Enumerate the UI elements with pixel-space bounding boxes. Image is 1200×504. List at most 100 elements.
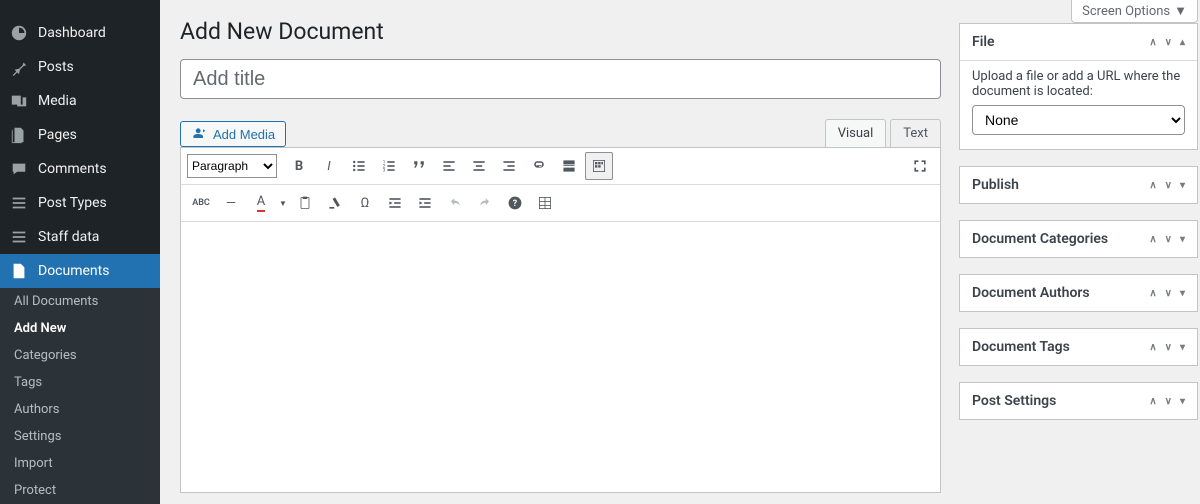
submenu-settings[interactable]: Settings	[0, 423, 160, 450]
file-metabox-header[interactable]: File ∧ ∨ ▴	[960, 24, 1197, 60]
nav-posts[interactable]: Posts	[0, 50, 160, 84]
read-more-button[interactable]	[555, 152, 583, 180]
nav-label: Post Types	[38, 195, 107, 211]
add-media-label: Add Media	[213, 127, 275, 142]
tags-metabox-header[interactable]: Document Tags ∧ ∨ ▾	[960, 329, 1197, 365]
nav-post-types[interactable]: Post Types	[0, 186, 160, 220]
toolbar-toggle-button[interactable]	[585, 152, 613, 180]
fullscreen-button[interactable]	[906, 152, 934, 180]
expand-icon[interactable]: ▾	[1180, 342, 1185, 353]
undo-button[interactable]	[441, 189, 469, 217]
submenu-import[interactable]: Import	[0, 450, 160, 477]
special-char-button[interactable]: Ω	[351, 189, 379, 217]
file-source-select[interactable]: None	[972, 105, 1185, 135]
format-select[interactable]: Paragraph	[187, 154, 277, 178]
nav-media[interactable]: Media	[0, 84, 160, 118]
nav-staff-data[interactable]: Staff data	[0, 220, 160, 254]
strikethrough-button[interactable]: ABC	[187, 189, 215, 217]
submenu-tags[interactable]: Tags	[0, 369, 160, 396]
categories-metabox: Document Categories ∧ ∨ ▾	[959, 220, 1198, 258]
nav-pages[interactable]: Pages	[0, 118, 160, 152]
list-icon	[10, 228, 28, 246]
submenu-add-new[interactable]: Add New	[0, 315, 160, 342]
authors-metabox-header[interactable]: Document Authors ∧∨▾	[960, 275, 1197, 311]
move-down-icon[interactable]: ∨	[1165, 288, 1172, 299]
submenu-all-documents[interactable]: All Documents	[0, 288, 160, 315]
move-down-icon[interactable]: ∨	[1165, 396, 1172, 407]
submenu-categories[interactable]: Categories	[0, 342, 160, 369]
admin-sidebar: Dashboard Posts Media Pages Comments Pos…	[0, 0, 160, 500]
move-up-icon[interactable]: ∧	[1149, 234, 1156, 245]
tags-metabox: Document Tags ∧ ∨ ▾	[959, 328, 1198, 366]
move-down-icon[interactable]: ∨	[1165, 342, 1172, 353]
title-input[interactable]	[180, 59, 941, 99]
move-up-icon[interactable]: ∧	[1149, 396, 1156, 407]
clear-formatting-button[interactable]	[321, 189, 349, 217]
text-color-dropdown[interactable]: ▼	[277, 189, 289, 217]
document-icon	[10, 262, 28, 280]
align-right-button[interactable]	[495, 152, 523, 180]
text-color-button[interactable]: A	[247, 189, 275, 217]
move-up-icon[interactable]: ∧	[1149, 288, 1156, 299]
documents-submenu: All Documents Add New Categories Tags Au…	[0, 288, 160, 504]
nav-label: Dashboard	[38, 25, 106, 41]
pin-icon	[10, 58, 28, 76]
site-logo	[0, 0, 160, 16]
comments-icon	[10, 160, 28, 178]
post-settings-header[interactable]: Post Settings ∧∨▾	[960, 383, 1197, 419]
nav-label: Posts	[38, 59, 74, 75]
nav-label: Documents	[38, 263, 109, 279]
align-left-button[interactable]	[435, 152, 463, 180]
redo-button[interactable]	[471, 189, 499, 217]
expand-icon[interactable]: ▾	[1180, 234, 1185, 245]
svg-text:3: 3	[383, 168, 386, 174]
align-center-button[interactable]	[465, 152, 493, 180]
quote-button[interactable]	[405, 152, 433, 180]
file-metabox-title: File	[972, 34, 995, 50]
nav-label: Staff data	[38, 229, 99, 245]
editor-tabs: Visual Text	[821, 119, 941, 147]
nav-documents[interactable]: Documents	[0, 254, 160, 288]
file-metabox-body: Upload a file or add a URL where the doc…	[960, 60, 1197, 149]
nav-label: Pages	[38, 127, 77, 143]
nav-comments[interactable]: Comments	[0, 152, 160, 186]
italic-button[interactable]: I	[315, 152, 343, 180]
indent-button[interactable]	[411, 189, 439, 217]
text-tab[interactable]: Text	[890, 119, 941, 147]
editor-body[interactable]	[181, 222, 940, 492]
screen-options-toggle[interactable]: Screen Options ▼	[1071, 0, 1198, 23]
collapse-icon[interactable]: ▴	[1180, 37, 1185, 48]
move-down-icon[interactable]: ∨	[1165, 234, 1172, 245]
categories-title: Document Categories	[972, 231, 1108, 247]
expand-icon[interactable]: ▾	[1180, 396, 1185, 407]
post-settings-metabox: Post Settings ∧∨▾	[959, 382, 1198, 420]
publish-metabox-header[interactable]: Publish ∧ ∨ ▾	[960, 167, 1197, 203]
move-down-icon[interactable]: ∨	[1165, 37, 1172, 48]
table-button[interactable]	[531, 189, 559, 217]
hr-button[interactable]: —	[217, 189, 245, 217]
nav-dashboard[interactable]: Dashboard	[0, 16, 160, 50]
paste-text-button[interactable]	[291, 189, 319, 217]
expand-icon[interactable]: ▾	[1180, 180, 1185, 191]
list-icon	[10, 194, 28, 212]
outdent-button[interactable]	[381, 189, 409, 217]
submenu-authors[interactable]: Authors	[0, 396, 160, 423]
publish-title: Publish	[972, 177, 1019, 193]
move-up-icon[interactable]: ∧	[1149, 37, 1156, 48]
move-down-icon[interactable]: ∨	[1165, 180, 1172, 191]
link-button[interactable]	[525, 152, 553, 180]
add-media-button[interactable]: Add Media	[180, 121, 286, 147]
nav-list: Dashboard Posts Media Pages Comments Pos…	[0, 16, 160, 288]
help-button[interactable]: ?	[501, 189, 529, 217]
move-up-icon[interactable]: ∧	[1149, 180, 1156, 191]
expand-icon[interactable]: ▾	[1180, 288, 1185, 299]
bold-button[interactable]: B	[285, 152, 313, 180]
pages-icon	[10, 126, 28, 144]
move-up-icon[interactable]: ∧	[1149, 342, 1156, 353]
bullet-list-button[interactable]	[345, 152, 373, 180]
visual-tab[interactable]: Visual	[825, 119, 887, 147]
svg-text:?: ?	[513, 199, 518, 209]
tags-title: Document Tags	[972, 339, 1070, 355]
number-list-button[interactable]: 123	[375, 152, 403, 180]
categories-metabox-header[interactable]: Document Categories ∧ ∨ ▾	[960, 221, 1197, 257]
